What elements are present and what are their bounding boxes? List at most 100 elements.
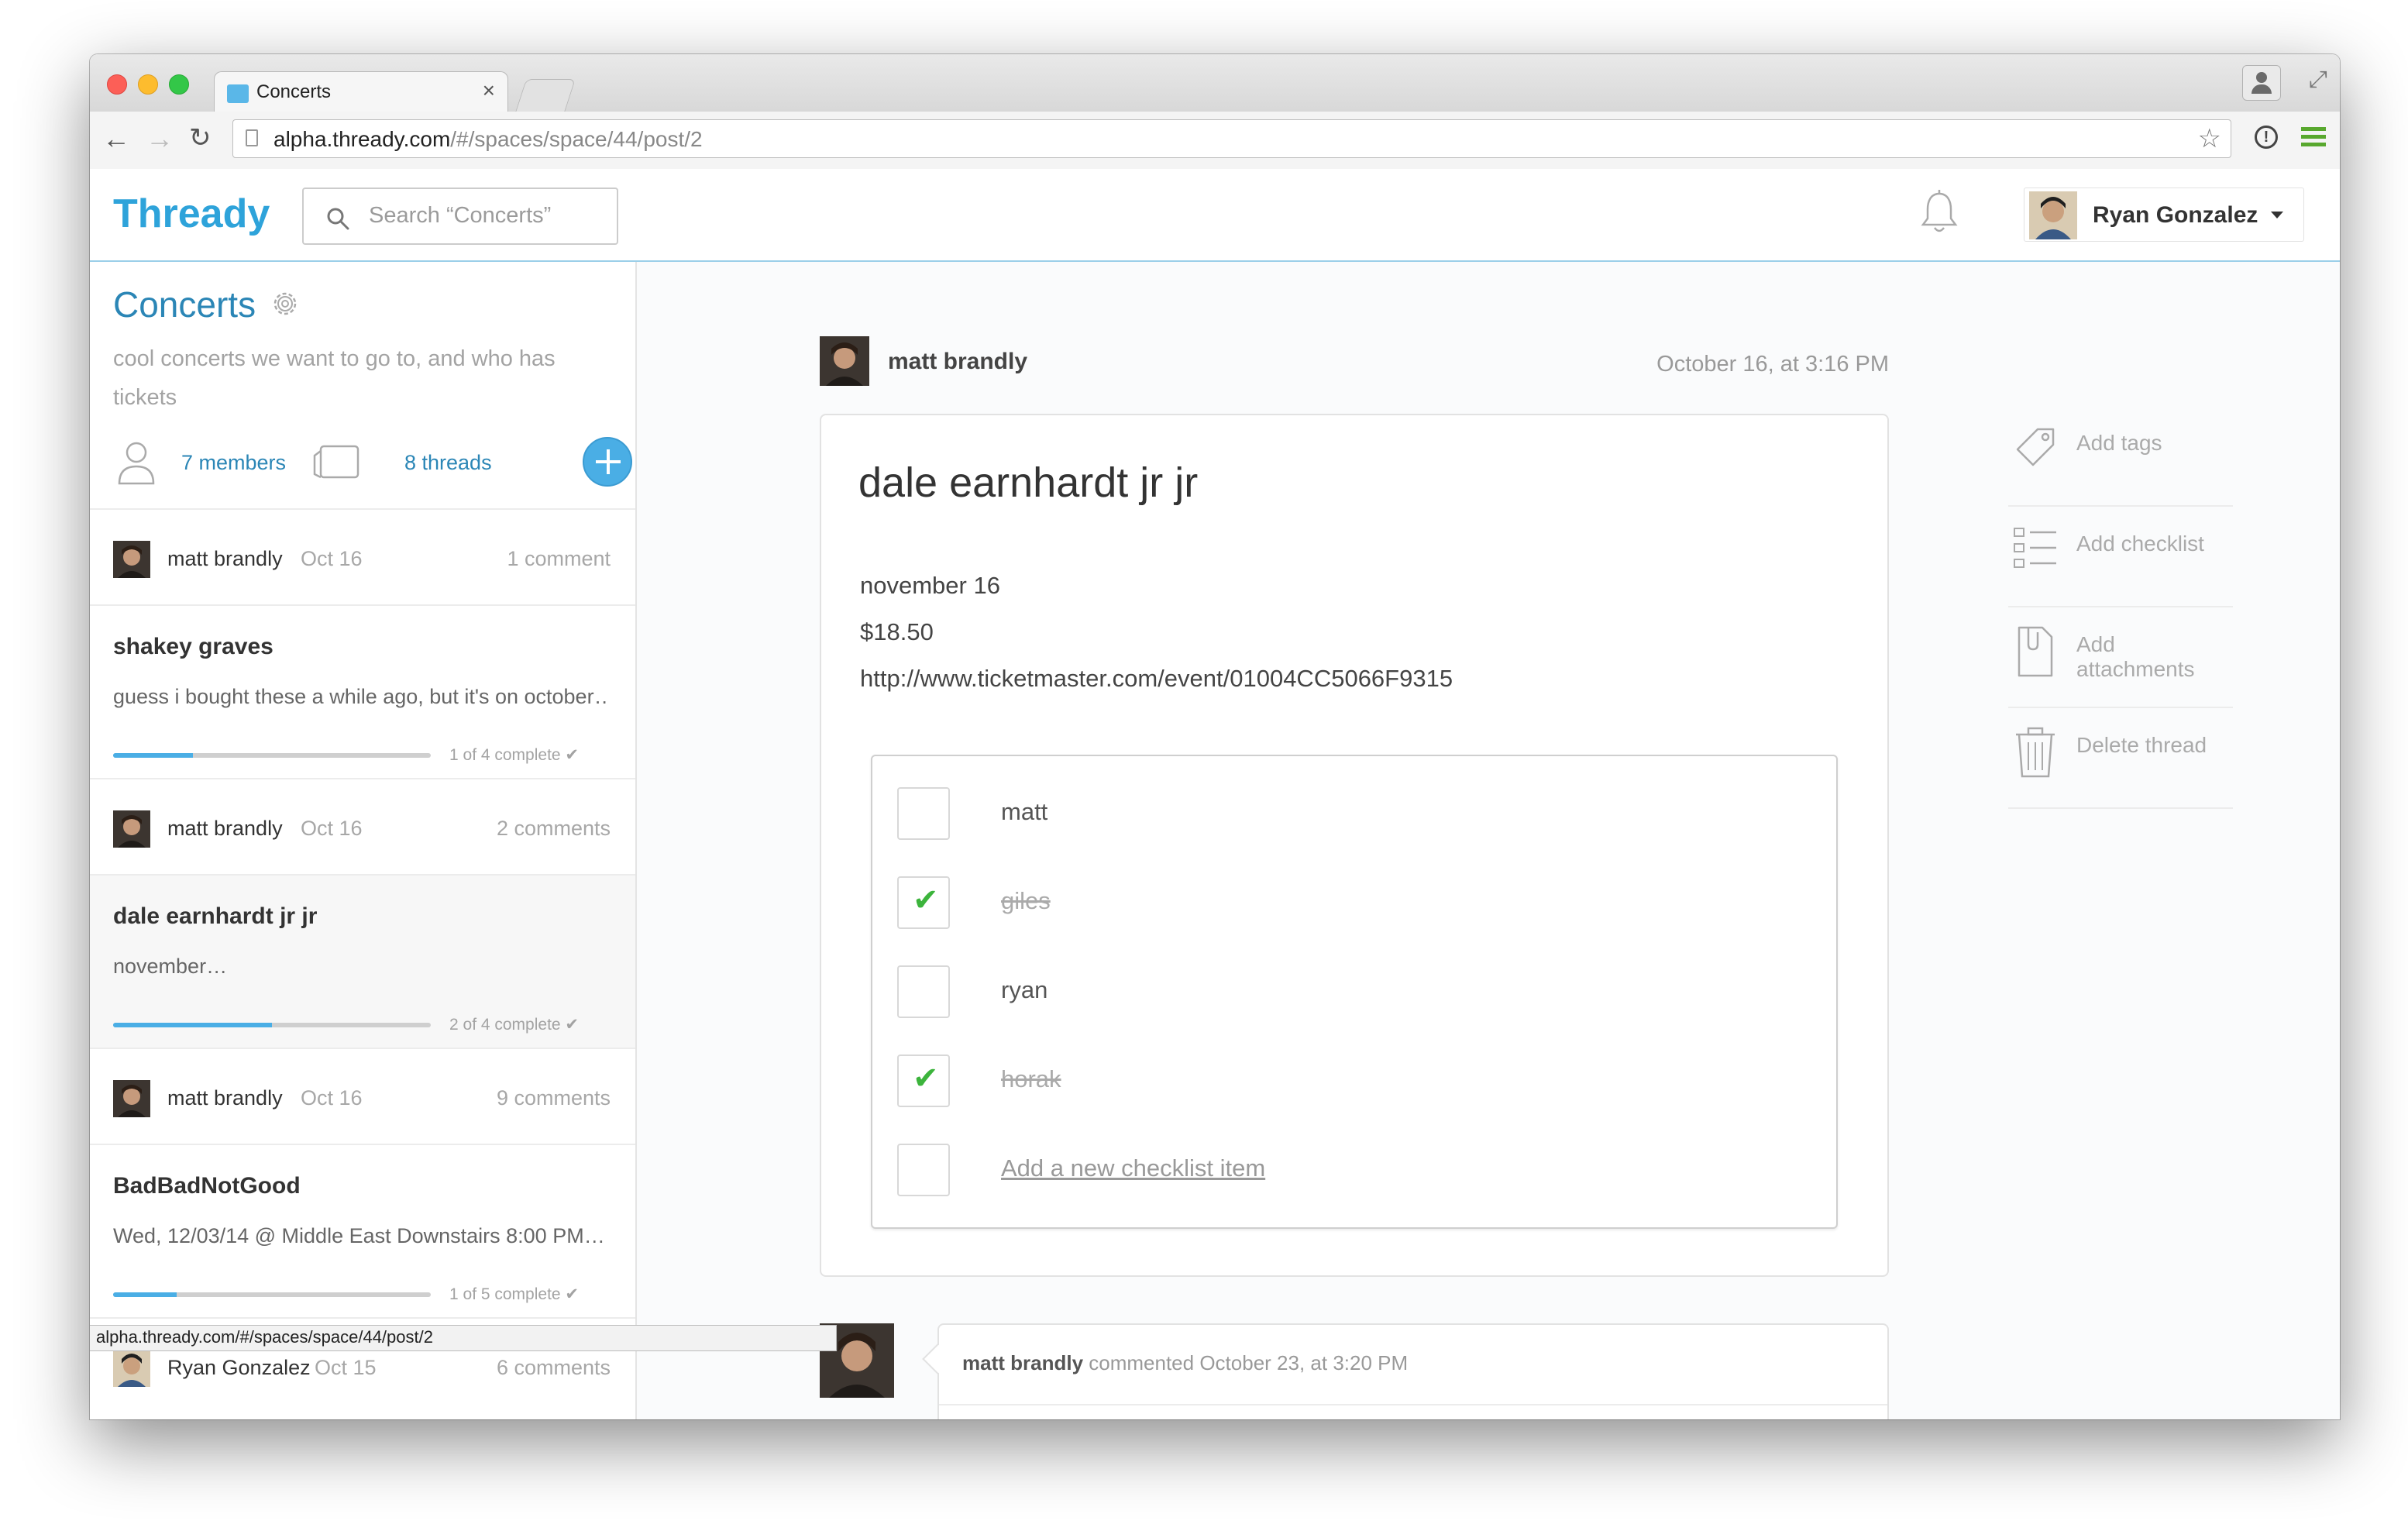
checklist-item[interactable]: ryan xyxy=(897,965,1788,1018)
post-actions: Add tags Add checklist Add attachments D… xyxy=(2008,406,2233,809)
extension-info-icon[interactable]: ! xyxy=(2255,126,2278,149)
user-menu[interactable]: Ryan Gonzalez xyxy=(2024,188,2304,242)
checklist-checkbox-new[interactable] xyxy=(897,1144,950,1196)
minimize-window-button[interactable] xyxy=(138,74,158,95)
checklist: matt ✔ giles ryan ✔ horak Add a new chec… xyxy=(871,755,1838,1229)
progress-fill xyxy=(113,1292,177,1297)
address-url[interactable]: alpha.thready.com/#/spaces/space/44/post… xyxy=(273,127,703,152)
checklist-progress-bar xyxy=(113,1292,431,1297)
tab-close-icon[interactable]: × xyxy=(483,78,495,103)
search-input[interactable]: Search “Concerts” xyxy=(302,188,618,245)
checklist-add-row[interactable]: Add a new checklist item xyxy=(897,1144,1788,1196)
search-icon xyxy=(325,206,350,235)
checklist-checkbox[interactable] xyxy=(897,965,950,1018)
browser-menu-icon[interactable] xyxy=(2301,127,2326,150)
checklist-checkbox[interactable]: ✔ xyxy=(897,876,950,929)
zoom-window-button[interactable] xyxy=(169,74,189,95)
thread-title: shakey graves xyxy=(113,634,273,659)
add-tags-button[interactable]: Add tags xyxy=(2008,406,2233,507)
progress-label: 2 of 4 complete ✔ xyxy=(449,1016,580,1034)
thread-item[interactable]: shakey graves guess i bought these a whi… xyxy=(90,604,635,778)
thread-excerpt: november… xyxy=(113,955,228,978)
thread-meta-row[interactable]: matt brandly Oct 16 2 comments xyxy=(90,778,635,874)
browser-toolbar: ← → ↻ alpha.thready.com/#/spaces/space/4… xyxy=(90,112,2340,170)
members-link[interactable]: 7 members xyxy=(181,451,286,475)
thread-date: Oct 16 xyxy=(301,1086,363,1110)
tab-title: Concerts xyxy=(256,81,332,102)
comment-bubble: matt brandly commented October 23, at 3:… xyxy=(937,1323,1889,1419)
url-host: alpha.thready.com xyxy=(273,127,451,151)
progress-label: 1 of 4 complete ✔ xyxy=(449,746,580,764)
avatar xyxy=(2029,191,2077,239)
fullscreen-icon[interactable]: ⤢ xyxy=(2309,67,2327,93)
post-author[interactable]: matt brandly xyxy=(888,349,1027,375)
thread-date: Oct 15 xyxy=(315,1356,377,1379)
avatar xyxy=(820,336,869,386)
thread-excerpt: Wed, 12/03/14 @ Middle East Downstairs 8… xyxy=(113,1224,605,1247)
thread-item-selected[interactable]: dale earnhardt jr jr november… 2 of 4 co… xyxy=(90,874,635,1048)
browser-status-url: alpha.thready.com/#/spaces/space/44/post… xyxy=(90,1325,837,1351)
post-card: dale earnhardt jr jr november 16 $18.50 … xyxy=(820,414,1889,1277)
bookmark-star-icon[interactable]: ☆ xyxy=(2198,123,2221,154)
add-thread-button[interactable] xyxy=(583,437,632,487)
checklist-checkbox[interactable] xyxy=(897,787,950,840)
comment-header: matt brandly commented October 23, at 3:… xyxy=(962,1351,1408,1375)
search-placeholder: Search “Concerts” xyxy=(369,203,552,228)
avatar xyxy=(113,1080,150,1117)
tag-icon xyxy=(2011,423,2059,475)
threads-link[interactable]: 8 threads xyxy=(404,451,492,475)
add-attachments-button[interactable]: Add attachments xyxy=(2008,607,2233,708)
thread-meta-row[interactable]: matt brandly Oct 16 9 comments xyxy=(90,1048,635,1144)
gear-icon[interactable] xyxy=(270,288,301,323)
reload-icon[interactable]: ↻ xyxy=(189,122,212,153)
attachment-icon xyxy=(2011,624,2059,683)
checklist-item[interactable]: ✔ giles xyxy=(897,876,1788,929)
thread-item[interactable]: BadBadNotGood Wed, 12/03/14 @ Middle Eas… xyxy=(90,1144,635,1317)
checklist-item[interactable]: matt xyxy=(897,787,1788,840)
delete-thread-label: Delete thread xyxy=(2076,733,2207,757)
address-bar[interactable]: alpha.thready.com/#/spaces/space/44/post… xyxy=(232,119,2231,158)
post-body-link[interactable]: http://www.ticketmaster.com/event/01004C… xyxy=(860,655,1453,702)
comment-author[interactable]: matt brandly xyxy=(962,1351,1083,1374)
person-icon-body xyxy=(2251,84,2272,94)
browser-tab[interactable]: Concerts × xyxy=(214,71,508,112)
comment-meta: commented October 23, at 3:20 PM xyxy=(1089,1351,1409,1374)
checklist-checkbox[interactable]: ✔ xyxy=(897,1054,950,1107)
members-icon xyxy=(116,439,157,490)
browser-profile-button[interactable] xyxy=(2242,65,2281,101)
add-checklist-item-link[interactable]: Add a new checklist item xyxy=(1001,1154,1265,1182)
avatar xyxy=(113,810,150,848)
browser-titlebar: Concerts × ⤢ xyxy=(90,54,2340,112)
user-name: Ryan Gonzalez xyxy=(2093,202,2258,228)
progress-fill xyxy=(113,753,193,758)
close-window-button[interactable] xyxy=(107,74,127,95)
checklist-item[interactable]: ✔ horak xyxy=(897,1054,1788,1107)
page-icon xyxy=(246,129,258,146)
checklist-item-label: horak xyxy=(1001,1065,1061,1092)
thread-author: matt brandly xyxy=(167,1086,283,1110)
brand-logo[interactable]: Thready xyxy=(113,191,270,237)
back-arrow-icon[interactable]: ← xyxy=(102,122,130,155)
new-tab-button[interactable] xyxy=(515,79,576,112)
add-tags-label: Add tags xyxy=(2076,431,2162,455)
favicon-icon xyxy=(227,84,249,103)
checklist-item-label: ryan xyxy=(1001,976,1048,1003)
space-description: cool concerts we want to go to, and who … xyxy=(113,346,556,410)
checklist-item-label: matt xyxy=(1001,798,1048,825)
thread-author: Ryan Gonzalez xyxy=(167,1356,311,1379)
thread-meta-row[interactable]: matt brandly Oct 16 1 comment xyxy=(90,508,635,604)
space-title[interactable]: Concerts xyxy=(113,284,256,325)
forward-arrow-icon[interactable]: → xyxy=(146,122,174,155)
post-body: november 16 $18.50 http://www.ticketmast… xyxy=(860,563,1453,702)
avatar xyxy=(113,541,150,578)
notification-bell-icon[interactable] xyxy=(1920,189,1959,239)
delete-thread-button[interactable]: Delete thread xyxy=(2008,708,2233,809)
thread-date: Oct 16 xyxy=(301,547,363,570)
progress-label: 1 of 5 complete ✔ xyxy=(449,1285,580,1303)
checklist-icon xyxy=(2011,524,2059,579)
add-checklist-button[interactable]: Add checklist xyxy=(2008,507,2233,607)
thread-comment-count: 1 comment xyxy=(507,547,611,570)
trash-icon xyxy=(2011,725,2059,783)
checkmark-icon: ✔ xyxy=(913,883,939,917)
thread-excerpt: guess i bought these a while ago, but it… xyxy=(113,685,609,708)
